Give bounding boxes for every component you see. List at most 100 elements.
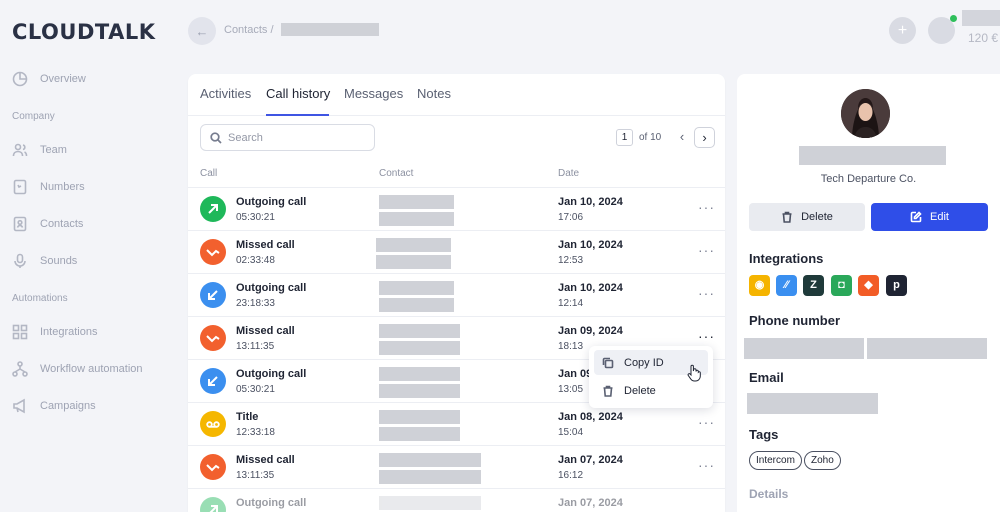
integration-1-icon[interactable]: ◉ (749, 275, 770, 296)
integration-4-icon[interactable]: ◘ (831, 275, 852, 296)
tab-messages[interactable]: Messages (344, 86, 403, 101)
online-status-dot (950, 15, 957, 22)
more-options-icon[interactable]: ··· (698, 285, 715, 301)
chevron-left-icon: ‹ (679, 129, 685, 144)
call-duration: 02:33:48 (236, 255, 275, 266)
next-page-button[interactable]: › (694, 127, 715, 148)
phone-number-title: Phone number (749, 313, 841, 328)
more-options-icon[interactable]: ··· (698, 199, 715, 215)
sidebar-item-contacts[interactable]: Contacts (12, 216, 83, 232)
sidebar-item-overview[interactable]: Overview (12, 71, 86, 87)
sidebar-item-label: Numbers (40, 181, 85, 193)
more-options-icon[interactable]: ··· (698, 457, 715, 473)
sidebar-item-campaigns[interactable]: Campaigns (12, 398, 96, 414)
breadcrumb[interactable]: Contacts / (224, 24, 274, 36)
call-type: Missed call (236, 239, 295, 251)
redacted-phone-number[interactable] (867, 338, 987, 359)
edit-contact-button[interactable]: Edit (871, 203, 988, 231)
app-logo: CLOUDTALK (12, 20, 156, 44)
outgoing-call-icon (200, 196, 226, 222)
tab-notes[interactable]: Notes (417, 86, 451, 101)
megaphone-icon (13, 398, 25, 414)
call-duration: 13:11:35 (236, 341, 275, 352)
sidebar-item-workflow-automation[interactable]: Workflow automation (12, 361, 143, 377)
more-options-icon[interactable]: ··· (698, 414, 715, 430)
missed-call-icon (200, 454, 226, 480)
call-type: Missed call (236, 325, 295, 337)
button-label: Edit (930, 211, 949, 223)
contact-company: Tech Departure Co. (820, 173, 917, 185)
table-row[interactable]: Outgoing call Jan 07, 2024 (188, 489, 725, 512)
table-row[interactable]: Outgoing call 23:18:33 Jan 10, 2024 12:1… (188, 274, 725, 317)
table-row[interactable]: Outgoing call 05:30:21 Jan 10, 2024 17:0… (188, 188, 725, 231)
menu-item-label: Delete (624, 384, 656, 397)
search-box[interactable] (200, 124, 375, 151)
integration-6-icon[interactable]: p (886, 275, 907, 296)
redacted-email[interactable] (747, 393, 878, 414)
tag-zoho[interactable]: Zoho (804, 451, 841, 470)
edit-icon (910, 211, 922, 223)
trash-icon (782, 211, 792, 223)
integration-3-icon[interactable]: Z (803, 275, 824, 296)
redacted-contact (379, 410, 460, 424)
add-button[interactable]: + (889, 17, 916, 44)
call-duration: 13:11:35 (236, 470, 275, 481)
more-options-icon[interactable]: ··· (698, 328, 715, 344)
sidebar-item-team[interactable]: Team (12, 142, 67, 158)
active-tab-indicator (266, 114, 329, 116)
integration-2-icon[interactable]: ⁄⁄ (776, 275, 797, 296)
call-type: Title (236, 411, 259, 423)
users-icon (12, 143, 28, 157)
more-options-icon[interactable]: ··· (698, 242, 715, 258)
search-icon (210, 131, 222, 144)
sidebar-section-company: Company (12, 111, 55, 122)
sidebar-section-automations: Automations (12, 293, 68, 304)
search-input[interactable] (228, 131, 368, 144)
outgoing-call-icon (200, 497, 226, 512)
redacted-phone-number[interactable] (744, 338, 864, 359)
page-number-input[interactable]: 1 (616, 129, 633, 146)
delete-contact-button[interactable]: Delete (749, 203, 865, 231)
table-row[interactable]: Missed call 13:11:35 Jan 07, 2024 16:12 … (188, 446, 725, 489)
missed-call-icon (200, 325, 226, 351)
call-time: 17:06 (558, 212, 584, 223)
pie-chart-icon (12, 71, 28, 87)
redacted-contact (379, 384, 460, 398)
previous-page-button[interactable]: ‹ (672, 127, 692, 147)
sidebar-item-label: Integrations (40, 326, 98, 338)
tab-activities[interactable]: Activities (200, 86, 251, 101)
contact-detail-panel: Tech Departure Co. Delete Edit Integrati… (737, 74, 1000, 512)
microphone-icon (14, 253, 26, 268)
tags-title: Tags (749, 427, 779, 442)
back-button[interactable]: ← (188, 17, 216, 45)
tag-intercom[interactable]: Intercom (749, 451, 802, 470)
table-row[interactable]: Missed call 02:33:48 Jan 10, 2024 12:53 … (188, 231, 725, 274)
account-balance: 120 € (968, 31, 999, 45)
redacted-contact-name (281, 23, 379, 36)
outgoing-call-icon (200, 282, 226, 308)
redacted-user-name (962, 10, 1000, 26)
integration-5-icon[interactable]: ◆ (858, 275, 879, 296)
call-type: Outgoing call (236, 497, 307, 509)
phone-book-icon (13, 179, 27, 195)
sidebar-item-label: Sounds (40, 255, 78, 267)
call-date: Jan 07, 2024 (558, 497, 623, 509)
column-header-call: Call (200, 168, 218, 179)
sidebar-item-label: Campaigns (40, 400, 96, 412)
call-type: Outgoing call (236, 368, 307, 380)
redacted-contact (376, 255, 451, 269)
call-time: 15:04 (558, 427, 584, 438)
sidebar-item-label: Workflow automation (40, 363, 143, 375)
call-time: 12:53 (558, 255, 584, 266)
call-duration: 12:33:18 (236, 427, 275, 438)
tab-call-history[interactable]: Call history (266, 86, 330, 101)
sidebar-item-integrations[interactable]: Integrations (12, 324, 97, 340)
sidebar-item-label: Overview (40, 73, 86, 85)
copy-icon (602, 357, 614, 368)
call-type: Outgoing call (236, 282, 307, 294)
redacted-contact (376, 238, 451, 252)
call-date: Jan 10, 2024 (558, 239, 623, 251)
sidebar-item-numbers[interactable]: Numbers (12, 179, 85, 195)
table-row[interactable]: Title 12:33:18 Jan 08, 2024 15:04 ··· (188, 403, 725, 446)
sidebar-item-sounds[interactable]: Sounds (12, 253, 77, 269)
